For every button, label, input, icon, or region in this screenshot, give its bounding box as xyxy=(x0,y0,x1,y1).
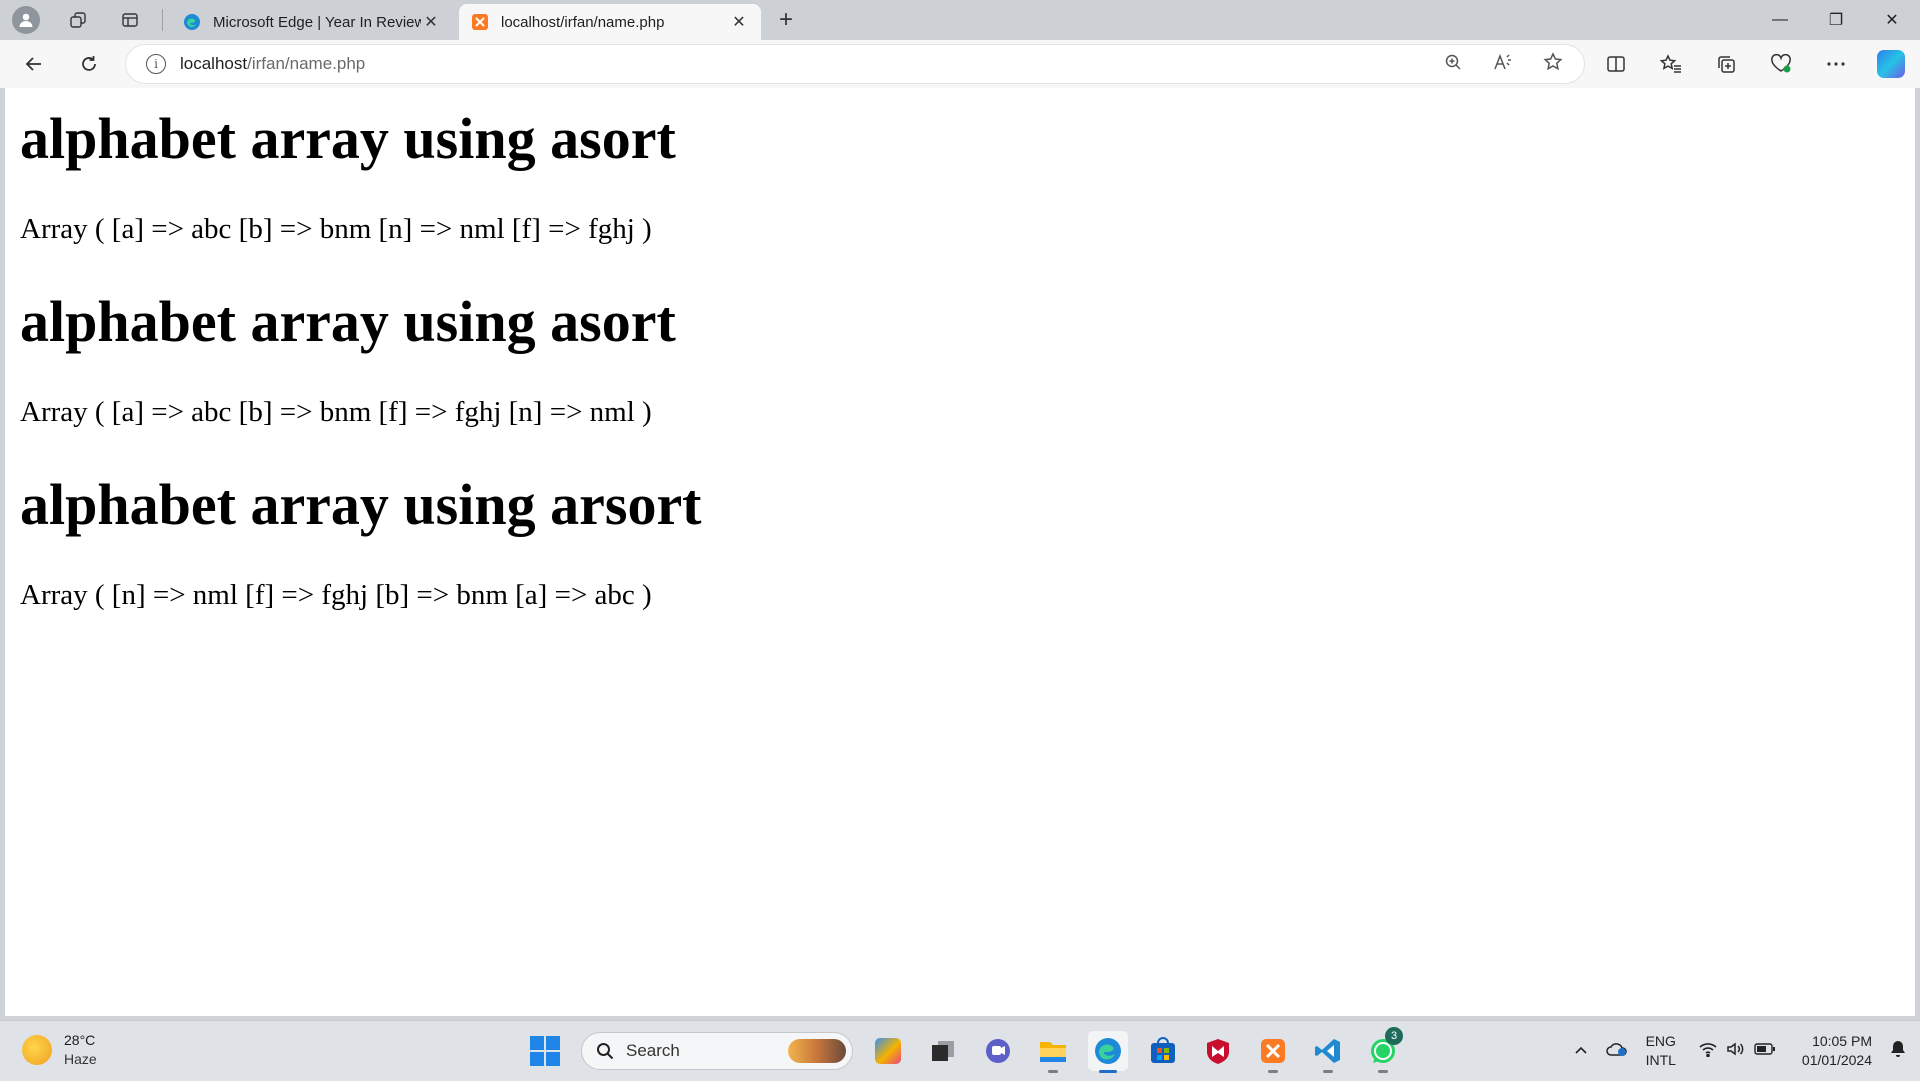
whatsapp-icon[interactable]: 3 xyxy=(1363,1027,1403,1073)
read-aloud-icon[interactable] xyxy=(1486,53,1520,76)
search-label: Search xyxy=(626,1041,680,1060)
toolbar-right xyxy=(1588,40,1920,88)
notifications-bell-icon[interactable] xyxy=(1890,1040,1906,1063)
favorites-icon[interactable] xyxy=(1643,46,1698,82)
more-icon[interactable] xyxy=(1808,46,1863,82)
array-output: Array ( [n] => nml [f] => fghj [b] => bn… xyxy=(20,579,652,611)
close-tab-icon[interactable]: ✕ xyxy=(421,12,441,32)
url-text[interactable]: localhost/irfan/name.php xyxy=(180,54,365,74)
collections-icon[interactable] xyxy=(1698,46,1753,82)
xampp-taskbar-icon[interactable] xyxy=(1253,1031,1293,1073)
teams-chat-icon[interactable] xyxy=(978,1031,1018,1071)
tab-name-php[interactable]: localhost/irfan/name.php ✕ xyxy=(459,4,761,40)
section-heading: alphabet array using asort xyxy=(20,289,676,354)
vertical-tabs-icon[interactable] xyxy=(116,6,144,34)
file-explorer-icon[interactable] xyxy=(1033,1031,1073,1073)
tab-strip: Microsoft Edge | Year In Review ✕ localh… xyxy=(0,0,1920,40)
minimize-button[interactable]: — xyxy=(1752,0,1808,40)
info-icon[interactable]: i xyxy=(146,54,166,74)
battery-icon[interactable] xyxy=(1754,1042,1776,1060)
close-tab-icon[interactable]: ✕ xyxy=(729,12,749,32)
tab-title: localhost/irfan/name.php xyxy=(501,13,665,31)
edge-icon xyxy=(184,14,200,30)
taskbar-search[interactable]: Search xyxy=(581,1032,853,1070)
search-highlight-image xyxy=(788,1039,846,1063)
search-icon xyxy=(597,1043,614,1060)
clock[interactable]: 10:05 PM 01/01/2024 xyxy=(1802,1032,1872,1070)
tab-separator xyxy=(162,9,163,31)
back-icon[interactable] xyxy=(16,46,52,82)
taskbar-apps: Search 3 xyxy=(525,1027,1403,1073)
workspaces-icon[interactable] xyxy=(64,6,92,34)
wifi-icon[interactable] xyxy=(1698,1041,1718,1062)
weather-temp: 28°C xyxy=(64,1032,96,1048)
weather-haze-icon xyxy=(22,1035,52,1065)
xampp-icon xyxy=(472,14,488,30)
zoom-icon[interactable] xyxy=(1436,53,1470,76)
address-bar[interactable]: i localhost/irfan/name.php xyxy=(126,45,1584,83)
array-output: Array ( [a] => abc [b] => bnm [f] => fgh… xyxy=(20,396,652,428)
tab-title: Microsoft Edge | Year In Review xyxy=(213,13,421,31)
edge-taskbar-icon[interactable] xyxy=(1088,1031,1128,1073)
system-tray: ENG INTL 10:05 PM 01/01/2024 xyxy=(1574,1021,1920,1081)
taskbar: 28°C Haze Search 3 ENG INTL 10:05 PM 01/… xyxy=(0,1020,1920,1081)
microsoft-store-icon[interactable] xyxy=(1143,1031,1183,1071)
browser-essentials-icon[interactable] xyxy=(1753,46,1808,82)
refresh-icon[interactable] xyxy=(71,46,107,82)
start-button[interactable] xyxy=(530,1036,560,1066)
task-view-icon[interactable] xyxy=(923,1031,963,1071)
section-heading: alphabet array using arsort xyxy=(20,472,702,537)
page-viewport: alphabet array using asort Array ( [a] =… xyxy=(5,88,1915,1016)
address-bar-actions xyxy=(1436,45,1570,83)
copilot-icon[interactable] xyxy=(1863,46,1918,82)
section-heading: alphabet array using asort xyxy=(20,106,676,171)
new-tab-button[interactable]: + xyxy=(771,6,801,34)
restore-button[interactable]: ❐ xyxy=(1808,0,1864,40)
notification-badge: 3 xyxy=(1385,1027,1403,1045)
copilot-pre-icon[interactable] xyxy=(868,1031,908,1071)
mcafee-icon[interactable] xyxy=(1198,1031,1238,1071)
browser-toolbar: i localhost/irfan/name.php xyxy=(0,40,1920,88)
favorite-star-icon[interactable] xyxy=(1536,51,1570,77)
close-window-button[interactable]: ✕ xyxy=(1864,0,1920,40)
chevron-up-icon[interactable] xyxy=(1574,1042,1588,1060)
profile-icon[interactable] xyxy=(12,6,40,34)
volume-icon[interactable] xyxy=(1726,1041,1746,1062)
onedrive-icon[interactable] xyxy=(1605,1041,1628,1062)
weather-widget[interactable]: 28°C Haze xyxy=(22,1031,97,1069)
language-indicator[interactable]: ENG INTL xyxy=(1646,1032,1676,1070)
weather-condition: Haze xyxy=(64,1051,97,1067)
tab-year-in-review[interactable]: Microsoft Edge | Year In Review ✕ xyxy=(171,4,453,40)
split-screen-icon[interactable] xyxy=(1588,46,1643,82)
vscode-icon[interactable] xyxy=(1308,1031,1348,1073)
array-output: Array ( [a] => abc [b] => bnm [n] => nml… xyxy=(20,213,652,245)
window-controls: — ❐ ✕ xyxy=(1752,0,1920,40)
